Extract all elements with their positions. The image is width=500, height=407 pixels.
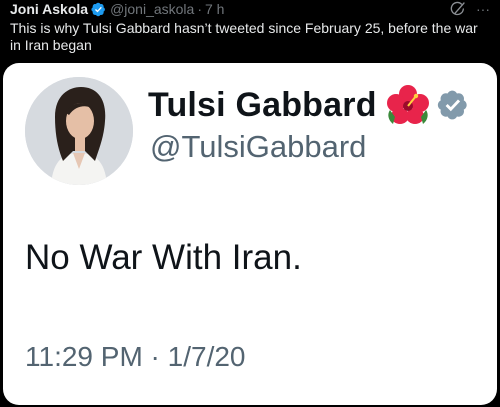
quoted-tweet-screenshot[interactable]: Tulsi Gabbard @TulsiGabbard No War With … <box>3 63 497 405</box>
avatar <box>25 77 133 185</box>
quoted-author-name: Tulsi Gabbard <box>148 85 377 124</box>
grok-icon[interactable] <box>450 1 466 17</box>
header-separator: · <box>197 1 202 17</box>
author-handle[interactable]: @joni_askola <box>110 1 194 17</box>
post-text: This is why Tulsi Gabbard hasn’t tweeted… <box>10 20 478 53</box>
quoted-tweet-text: No War With Iran. <box>25 238 302 277</box>
post-timestamp[interactable]: 7 h <box>205 1 224 17</box>
post-header: Joni Askola @joni_askola · 7 h ··· <box>10 0 490 18</box>
author-name[interactable]: Joni Askola <box>10 1 88 17</box>
hibiscus-emoji-icon <box>386 85 429 124</box>
quoted-timestamp: 11:29 PM · 1/7/20 <box>25 341 246 372</box>
header-actions: ··· <box>450 1 490 17</box>
more-icon[interactable]: ··· <box>476 2 490 16</box>
gray-verified-badge-icon <box>437 90 467 120</box>
quoted-author-handle: @TulsiGabbard <box>150 129 367 164</box>
verified-badge-icon <box>91 2 105 16</box>
post[interactable]: Joni Askola @joni_askola · 7 h ··· This … <box>0 0 500 407</box>
quoted-name-row: Tulsi Gabbard <box>148 83 469 127</box>
